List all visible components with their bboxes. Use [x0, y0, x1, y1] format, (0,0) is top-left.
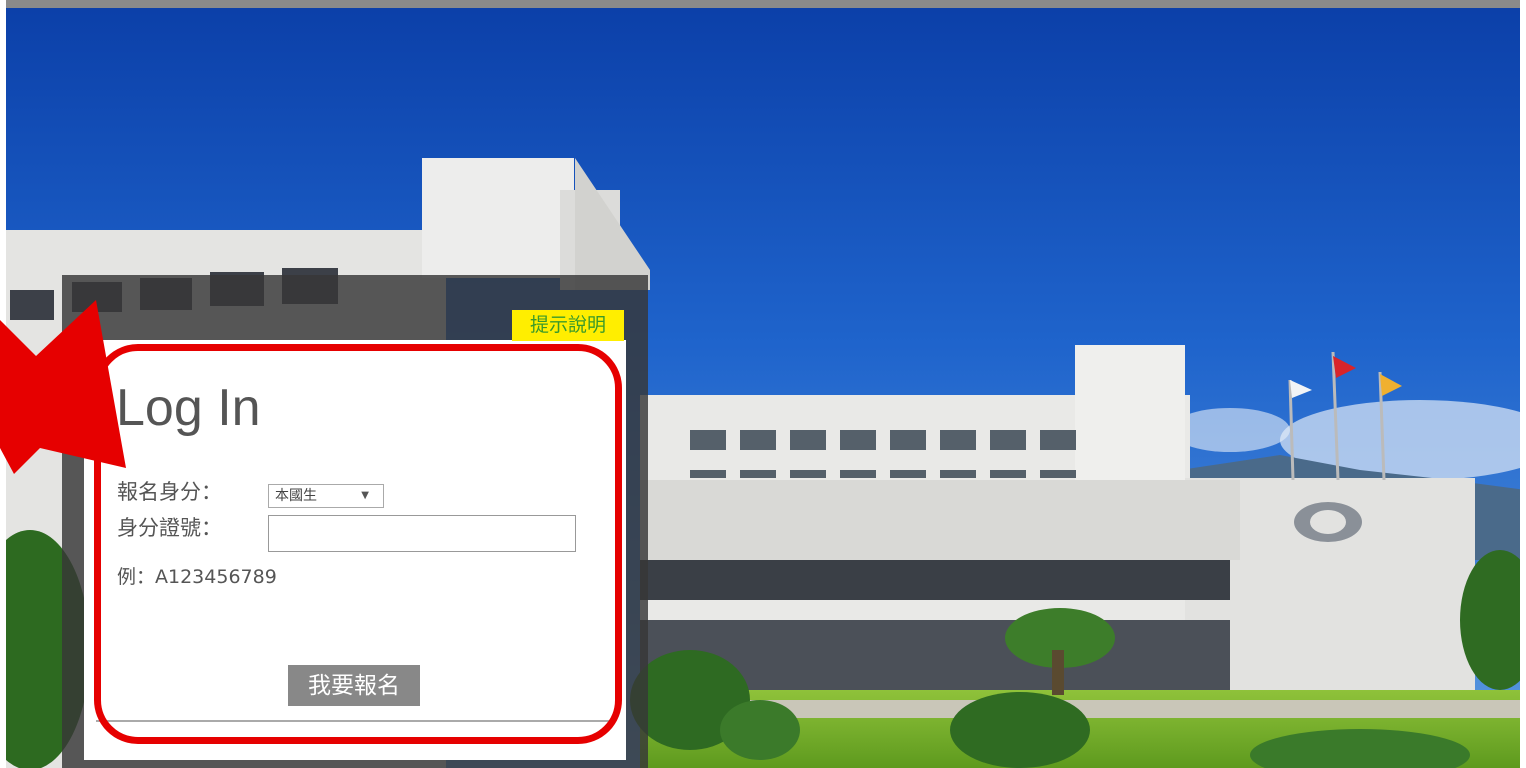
role-select-value: 本國生 — [275, 488, 317, 504]
role-label: 報名身分： — [117, 480, 222, 504]
page-left-border — [0, 0, 6, 768]
page-right-border — [1520, 0, 1526, 768]
role-select[interactable]: 本國生 ▼ — [268, 484, 384, 508]
card-bottom-divider — [96, 720, 614, 722]
top-navigation-bar — [0, 0, 1526, 8]
id-number-input[interactable] — [268, 515, 576, 552]
register-button[interactable]: 我要報名 — [288, 665, 420, 706]
hint-button[interactable]: 提示說明 — [512, 310, 624, 341]
login-title: Log In — [116, 379, 261, 437]
dropdown-arrow-icon: ▼ — [361, 490, 369, 501]
id-number-label: 身分證號： — [117, 516, 222, 540]
id-example-text: 例：A123456789 — [117, 566, 277, 588]
